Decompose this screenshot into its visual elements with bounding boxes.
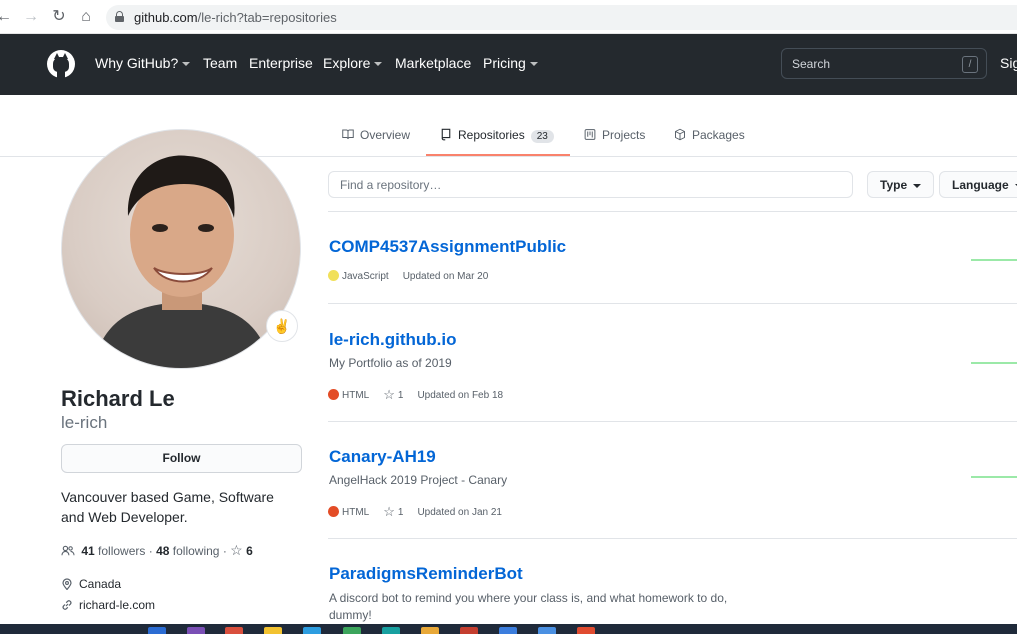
activity-sparkline <box>971 362 1017 364</box>
find-repository-input[interactable]: Find a repository… <box>328 171 853 198</box>
taskbar-app-icon[interactable] <box>499 627 517 634</box>
language-dropdown[interactable]: Language <box>939 171 1017 198</box>
repo-link[interactable]: COMP4537AssignmentPublic <box>329 237 566 257</box>
home-icon[interactable]: ⌂ <box>76 7 96 27</box>
taskbar-app-icon[interactable] <box>148 627 166 634</box>
stars-link[interactable]: ☆ 6 <box>230 542 253 558</box>
list-divider <box>328 538 1017 539</box>
taskbar-app-icon[interactable] <box>460 627 478 634</box>
repo-link[interactable]: le-rich.github.io <box>329 330 457 350</box>
repo-description: A discord bot to remind you where your c… <box>329 591 728 622</box>
taskbar-app-icon[interactable] <box>538 627 556 634</box>
list-divider <box>328 211 1017 212</box>
repo-icon <box>441 128 451 141</box>
activity-sparkline <box>971 259 1017 261</box>
tab-projects[interactable]: Projects <box>584 128 645 142</box>
find-repository-placeholder: Find a repository… <box>340 178 442 192</box>
nav-explore[interactable]: Explore <box>323 55 383 71</box>
github-logo-icon[interactable] <box>47 50 75 78</box>
taskbar-app-icon[interactable] <box>225 627 243 634</box>
repositories-count-badge: 23 <box>530 130 554 143</box>
nav-marketplace[interactable]: Marketplace <box>395 55 471 71</box>
tab-packages[interactable]: Packages <box>674 128 745 142</box>
nav-enterprise[interactable]: Enterprise <box>249 55 313 71</box>
taskbar-app-icon[interactable] <box>382 627 400 634</box>
sign-in-link[interactable]: Sig <box>1000 55 1017 71</box>
nav-team[interactable]: Team <box>203 55 237 71</box>
taskbar-app-icon[interactable] <box>343 627 361 634</box>
tab-overview[interactable]: Overview <box>342 128 410 142</box>
repo-meta: JavaScript Updated on Mar 20 <box>328 270 488 282</box>
search-input[interactable]: Search / <box>781 48 987 79</box>
package-icon <box>675 128 685 141</box>
language-color-dot <box>328 506 339 517</box>
project-icon <box>584 129 596 140</box>
follow-button[interactable]: Follow <box>61 444 302 473</box>
profile-website-link[interactable]: richard-le.com <box>61 598 155 612</box>
taskbar-app-icon[interactable] <box>187 627 205 634</box>
language-color-dot <box>328 270 339 281</box>
caret-down-icon <box>913 183 922 188</box>
profile-bio: Vancouver based Game, Software and Web D… <box>61 489 274 525</box>
address-url: github.com/le-rich?tab=repositories <box>134 10 337 25</box>
book-icon <box>342 129 354 140</box>
repo-meta: HTML ☆ 1 Updated on Feb 18 <box>328 387 503 403</box>
search-placeholder: Search <box>792 57 831 71</box>
followers-link[interactable]: 41 followers <box>81 544 145 558</box>
reload-icon[interactable]: ↻ <box>49 7 69 27</box>
taskbar-app-icon[interactable] <box>264 627 282 634</box>
browser-toolbar: ← → ↻ ⌂ github.com/le-rich?tab=repositor… <box>0 0 1017 34</box>
chevron-down-icon <box>529 62 538 67</box>
repo-meta: HTML ☆ 1 Updated on Jan 21 <box>328 504 502 520</box>
forward-arrow-icon[interactable]: → <box>21 7 41 27</box>
back-arrow-icon[interactable]: ← <box>0 7 14 27</box>
list-divider <box>328 421 1017 422</box>
site-header: Why GitHub? Team Enterprise Explore Mark… <box>0 34 1017 95</box>
search-shortcut-key: / <box>962 56 978 73</box>
repo-description: AngelHack 2019 Project - Canary <box>329 473 508 487</box>
tab-repositories[interactable]: Repositories 23 <box>440 128 554 143</box>
selected-tab-underline <box>426 154 570 156</box>
location-icon <box>62 578 72 590</box>
avatar[interactable] <box>61 129 301 369</box>
profile-name: Richard Le <box>61 386 175 411</box>
chevron-down-icon <box>374 62 383 67</box>
list-divider <box>328 303 1017 304</box>
star-icon[interactable]: ☆ <box>383 504 395 519</box>
repo-link[interactable]: Canary-AH19 <box>329 447 436 467</box>
language-color-dot <box>328 389 339 400</box>
activity-sparkline <box>971 476 1017 478</box>
status-emoji[interactable]: ✌ <box>266 310 298 342</box>
repo-link[interactable]: ParadigmsReminderBot <box>329 564 523 584</box>
profile-username: le-rich <box>61 413 108 432</box>
type-dropdown[interactable]: Type <box>867 171 935 198</box>
profile-location: Canada <box>61 577 121 591</box>
taskbar-app-icon[interactable] <box>421 627 439 634</box>
star-icon: ☆ <box>230 542 243 558</box>
profile-photo <box>92 155 272 368</box>
address-bar[interactable]: github.com/le-rich?tab=repositories <box>106 5 1017 30</box>
profile-stats: 41 followers · 48 following · ☆ 6 <box>61 542 253 559</box>
lock-icon <box>115 11 124 22</box>
nav-pricing[interactable]: Pricing <box>483 55 538 71</box>
taskbar-app-icon[interactable] <box>303 627 321 634</box>
repo-description: My Portfolio as of 2019 <box>329 356 452 370</box>
nav-why-github[interactable]: Why GitHub? <box>95 55 191 71</box>
taskbar-app-icon[interactable] <box>577 627 595 634</box>
star-icon[interactable]: ☆ <box>383 387 395 402</box>
link-icon <box>62 600 72 610</box>
people-icon <box>61 545 75 556</box>
os-taskbar <box>0 624 1017 634</box>
chevron-down-icon <box>182 62 191 67</box>
following-link[interactable]: 48 following <box>156 544 219 558</box>
